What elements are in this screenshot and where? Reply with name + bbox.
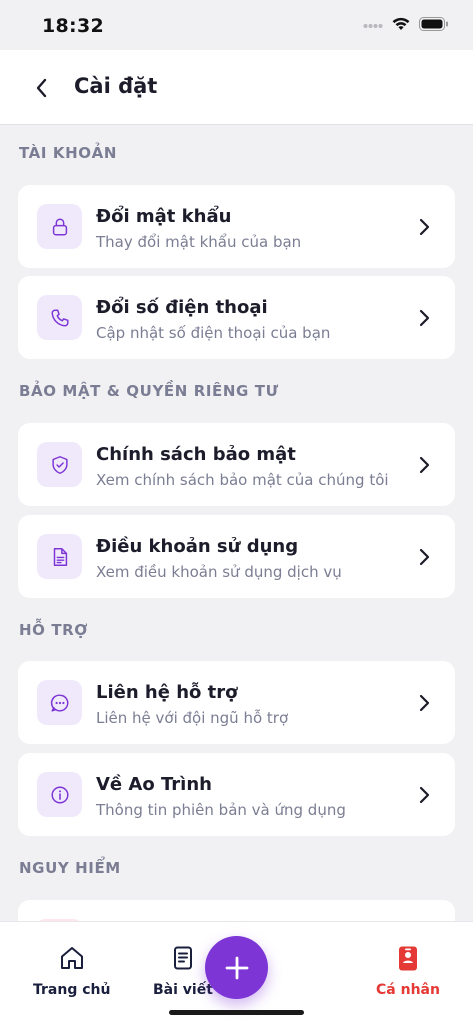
tab-home-label: Trang chủ: [33, 982, 111, 998]
signal-icon: [363, 23, 383, 28]
profile-card-icon: [398, 946, 417, 971]
posts-icon: [173, 946, 192, 970]
wifi-icon: [392, 17, 410, 30]
phone-icon: [37, 295, 82, 340]
document-icon: [37, 534, 82, 579]
chevron-right-icon: [419, 548, 430, 566]
battery-icon: [419, 16, 448, 31]
item-title: Liên hệ hỗ trợ: [96, 682, 238, 703]
about-app-item[interactable]: Về Ao Trình Thông tin phiên bản và ứng d…: [18, 753, 455, 836]
home-indicator: [169, 1010, 304, 1015]
section-title-danger: NGUY HIỂM: [19, 859, 121, 877]
item-title: Đổi mật khẩu: [96, 206, 232, 227]
item-subtitle: Cập nhật số điện thoại của bạn: [96, 324, 331, 342]
item-subtitle: Liên hệ với đội ngũ hỗ trợ: [96, 709, 289, 727]
chat-bubble-icon: [37, 680, 82, 725]
contact-support-item[interactable]: Liên hệ hỗ trợ Liên hệ với đội ngũ hỗ tr…: [18, 661, 455, 744]
chevron-left-icon: [36, 78, 47, 98]
chevron-right-icon: [419, 456, 430, 474]
back-button[interactable]: [26, 72, 58, 104]
section-title-account: TÀI KHOẢN: [19, 144, 117, 162]
status-icons: [363, 16, 449, 31]
terms-of-use-item[interactable]: Điều khoản sử dụng Xem điều khoản sử dụn…: [18, 515, 455, 598]
item-subtitle: Thay đổi mật khẩu của bạn: [96, 233, 302, 251]
change-phone-item[interactable]: Đổi số điện thoại Cập nhật số điện thoại…: [18, 276, 455, 359]
tab-posts[interactable]: Bài viết: [153, 944, 213, 998]
section-title-support: HỖ TRỢ: [19, 621, 89, 639]
change-password-item[interactable]: Đổi mật khẩu Thay đổi mật khẩu của bạn: [18, 185, 455, 268]
create-post-fab[interactable]: [205, 936, 268, 999]
item-title: Về Ao Trình: [96, 774, 212, 795]
page-title: Cài đặt: [74, 74, 158, 98]
chevron-right-icon: [419, 309, 430, 327]
section-title-privacy: BẢO MẬT & QUYỀN RIÊNG TƯ: [19, 382, 279, 400]
plus-icon: [225, 956, 248, 979]
status-bar: 18:32: [0, 0, 473, 50]
status-time: 18:32: [42, 15, 104, 37]
item-subtitle: Xem chính sách bảo mật của chúng tôi: [96, 471, 389, 489]
chevron-right-icon: [419, 218, 430, 236]
app-header: Cài đặt: [0, 50, 473, 125]
item-title: Điều khoản sử dụng: [96, 536, 299, 557]
info-icon: [37, 772, 82, 817]
tab-profile[interactable]: Cá nhân: [376, 944, 440, 998]
tab-home[interactable]: Trang chủ: [33, 944, 110, 998]
privacy-policy-item[interactable]: Chính sách bảo mật Xem chính sách bảo mậ…: [18, 423, 455, 506]
item-title: Chính sách bảo mật: [96, 444, 296, 465]
item-title: Đổi số điện thoại: [96, 297, 268, 318]
shield-check-icon: [37, 442, 82, 487]
tab-posts-label: Bài viết: [153, 982, 213, 998]
tab-profile-label: Cá nhân: [376, 982, 440, 998]
item-subtitle: Xem điều khoản sử dụng dịch vụ: [96, 563, 342, 581]
item-subtitle: Thông tin phiên bản và ứng dụng: [96, 801, 346, 819]
lock-icon: [37, 204, 82, 249]
chevron-right-icon: [419, 786, 430, 804]
home-icon: [60, 947, 83, 969]
chevron-right-icon: [419, 694, 430, 712]
